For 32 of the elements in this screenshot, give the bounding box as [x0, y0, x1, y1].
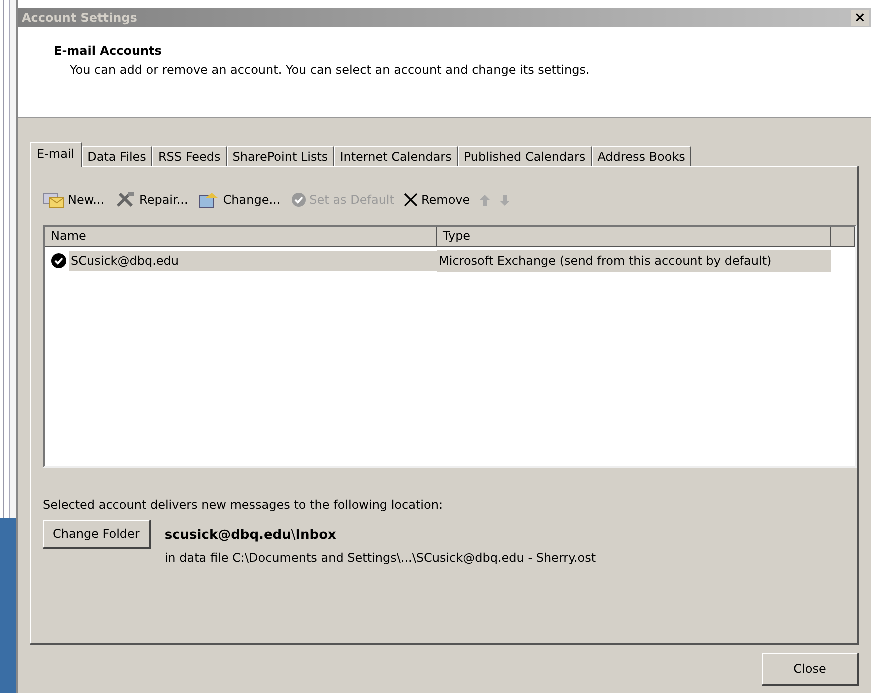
delivery-label: Selected account delivers new messages to the following location: — [43, 498, 444, 512]
column-header[interactable]: Name — [45, 227, 437, 247]
column-header — [831, 227, 855, 247]
card-icon — [198, 191, 220, 209]
tab[interactable]: Published Calendars — [458, 146, 592, 166]
up-arrow-icon — [480, 194, 490, 206]
tab[interactable]: E-mail — [30, 142, 82, 167]
folder-location: scusick@dbq.edu\Inbox — [164, 528, 338, 543]
change-folder-button[interactable]: Change Folder — [43, 520, 151, 549]
data-file-path: in data file C:\Documents and Settings\...\SCusick@dbq.edu - Sherry.ost — [164, 551, 596, 565]
account-name[interactable]: SCusick@dbq.edu — [69, 251, 437, 271]
check-icon — [290, 192, 307, 208]
description-text: You can add or remove an account. You can select an account and change its settings. — [69, 63, 591, 77]
tab[interactable]: Internet Calendars — [334, 146, 458, 166]
window-title: Account Settings — [22, 10, 138, 24]
section-title: E-mail Accounts — [54, 44, 163, 58]
close-button[interactable]: × — [851, 10, 869, 26]
toolbar-button[interactable]: Change... — [198, 191, 281, 209]
toolbar-button[interactable]: Remove — [404, 193, 470, 207]
envelope-icon — [43, 191, 65, 209]
down-arrow-icon — [500, 194, 510, 206]
close-button[interactable]: Close — [762, 653, 859, 686]
toolbar-button[interactable]: Repair... — [114, 191, 188, 209]
tab[interactable]: Address Books — [592, 146, 692, 166]
tab[interactable]: RSS Feeds — [152, 146, 227, 166]
tools-icon — [114, 191, 137, 209]
column-header[interactable]: Type — [437, 227, 831, 247]
account-type[interactable]: Microsoft Exchange (send from this account by default) — [437, 250, 831, 272]
toolbar-button[interactable]: New... — [43, 191, 105, 209]
close-icon — [404, 193, 418, 207]
tab[interactable]: SharePoint Lists — [226, 146, 334, 166]
tab[interactable]: Data Files — [82, 146, 152, 166]
